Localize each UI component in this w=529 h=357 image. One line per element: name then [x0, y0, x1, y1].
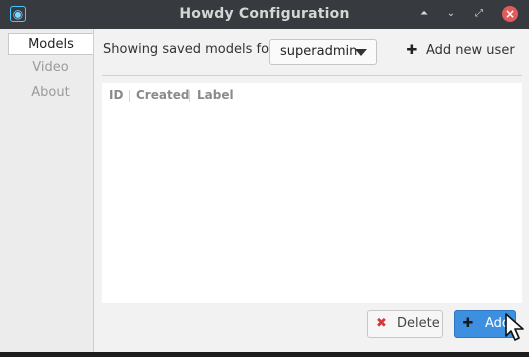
delete-button-label: Delete	[397, 316, 440, 331]
plus-icon: ✚	[462, 316, 474, 331]
sidebar-item-models[interactable]: Models	[8, 33, 93, 55]
minimize-up-icon[interactable]: ⏶	[416, 6, 432, 22]
column-separator	[189, 90, 190, 102]
sidebar-item-label: Video	[32, 60, 69, 75]
dropdown-arrow-icon	[355, 49, 367, 56]
delete-button[interactable]: ✖ Delete	[367, 310, 443, 338]
column-header-label[interactable]: Label	[197, 88, 234, 102]
column-header-created[interactable]: Created	[136, 88, 189, 102]
column-header-id[interactable]: ID	[109, 88, 123, 102]
table-header: ID Created Label	[102, 83, 522, 107]
add-new-user-button[interactable]: ✚ Add new user	[406, 38, 515, 64]
models-table[interactable]: ID Created Label	[102, 83, 522, 303]
sidebar-item-video[interactable]: Video	[8, 57, 93, 79]
restore-icon[interactable]: ⌄	[443, 6, 459, 22]
title-bar[interactable]: ◉ Howdy Configuration ⏶ ⌄ ⤢ ×	[0, 0, 529, 29]
sidebar-item-about[interactable]: About	[8, 82, 93, 104]
sidebar: Models Video About	[0, 29, 94, 352]
delete-x-icon: ✖	[376, 316, 387, 331]
plus-icon: ✚	[406, 43, 418, 58]
column-separator	[129, 90, 130, 102]
sidebar-item-label: About	[31, 85, 70, 100]
user-select-value: superadmin	[280, 44, 358, 59]
app-window: ◉ Howdy Configuration ⏶ ⌄ ⤢ × Models Vid…	[0, 0, 529, 352]
window-shadow	[0, 352, 529, 357]
sidebar-item-label: Models	[28, 37, 74, 52]
close-icon[interactable]: ×	[502, 6, 518, 22]
models-panel: Showing saved models for: superadmin ✚ Ad…	[94, 29, 529, 352]
maximize-icon[interactable]: ⤢	[471, 6, 487, 22]
divider	[102, 75, 522, 76]
showing-models-label: Showing saved models for:	[103, 42, 279, 57]
add-new-user-label: Add new user	[426, 43, 515, 58]
user-select[interactable]: superadmin	[269, 39, 377, 65]
mouse-cursor-icon	[505, 313, 524, 341]
